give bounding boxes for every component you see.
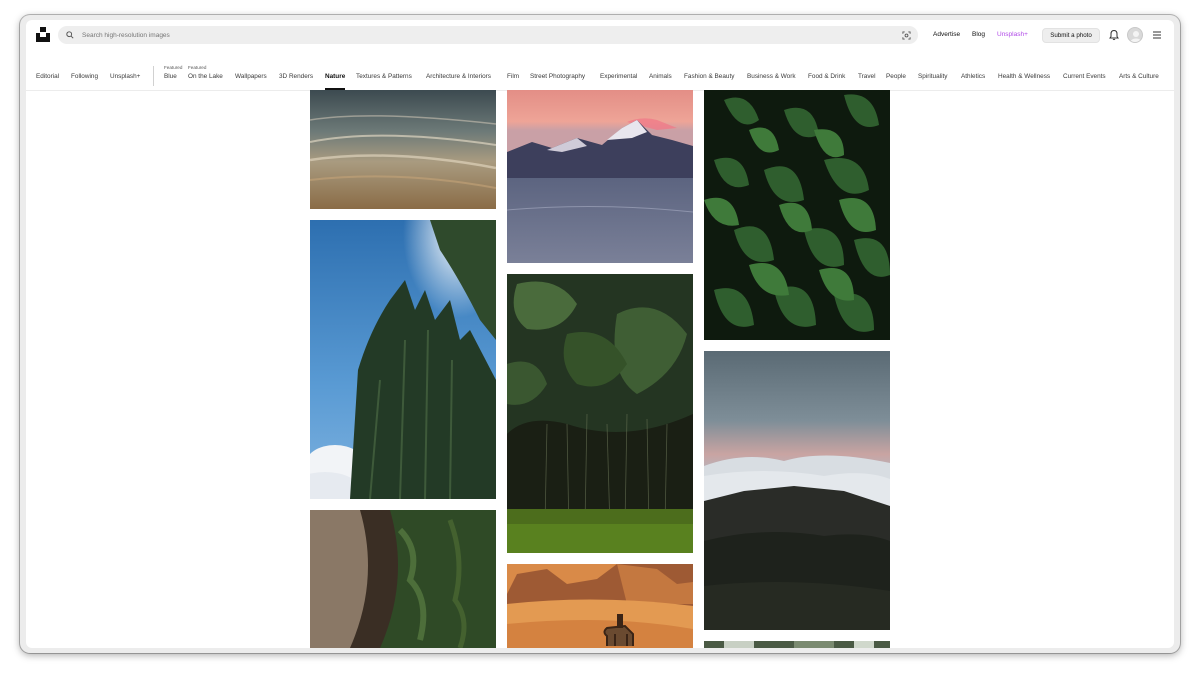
blog-link[interactable]: Blog [972, 31, 985, 38]
tab-travel[interactable]: Travel [858, 73, 876, 80]
tab-people[interactable]: People [886, 73, 906, 80]
tab-architecture-interiors[interactable]: Architecture & Interiors [426, 73, 491, 80]
tab-food-drink[interactable]: Food & Drink [808, 73, 845, 80]
green-leaves-photo[interactable] [704, 90, 890, 340]
unsplash-page: Advertise Blog Unsplash+ Submit a photo … [26, 20, 1174, 648]
tab-wallpapers[interactable]: Wallpapers [235, 73, 267, 80]
tab-film[interactable]: Film [507, 73, 519, 80]
tab-street-photography[interactable]: Street Photography [530, 73, 585, 80]
tab-following[interactable]: Following [71, 73, 98, 80]
tab-business-work[interactable]: Business & Work [747, 73, 796, 80]
tab-3d-renders[interactable]: 3D Renders [279, 73, 313, 80]
hamburger-menu-icon[interactable] [1152, 30, 1162, 40]
pink-mountain-lake-photo[interactable] [507, 90, 693, 263]
search-input[interactable] [82, 26, 894, 44]
desert-camel-photo[interactable] [507, 564, 693, 648]
unsplash-logo-icon[interactable] [36, 27, 50, 42]
tab-blue[interactable]: Featured Blue [164, 65, 182, 80]
tab-spirituality[interactable]: Spirituality [918, 73, 947, 80]
advertise-link[interactable]: Advertise [933, 31, 960, 38]
cactus-sky-photo[interactable] [310, 220, 496, 499]
tab-health-wellness[interactable]: Health & Wellness [998, 73, 1050, 80]
misty-hills-photo[interactable] [704, 351, 890, 630]
featured-tag: Featured [188, 65, 207, 70]
tab-nature[interactable]: Nature [325, 73, 345, 80]
browser-window: Advertise Blog Unsplash+ Submit a photo … [20, 15, 1180, 653]
tab-label: On the Lake [188, 73, 223, 80]
tab-fashion-beauty[interactable]: Fashion & Beauty [684, 73, 734, 80]
search-icon[interactable] [58, 31, 82, 39]
bell-icon[interactable] [1108, 29, 1120, 41]
tab-arts-culture[interactable]: Arts & Culture [1119, 73, 1159, 80]
visual-search-icon[interactable] [894, 30, 918, 40]
tab-experimental[interactable]: Experimental [600, 73, 637, 80]
avatar[interactable] [1127, 27, 1143, 43]
top-navigation: Advertise Blog Unsplash+ Submit a photo [26, 20, 1174, 50]
tab-on-the-lake[interactable]: Featured On the Lake [188, 65, 223, 80]
monstera-jungle-photo[interactable] [507, 274, 693, 553]
tab-textures-patterns[interactable]: Textures & Patterns [356, 73, 412, 80]
tab-editorial[interactable]: Editorial [36, 73, 59, 80]
topic-divider [153, 66, 154, 86]
tab-label: Blue [164, 73, 177, 80]
tab-athletics[interactable]: Athletics [961, 73, 985, 80]
mossy-trunk-photo[interactable] [310, 510, 496, 648]
tab-current-events[interactable]: Current Events [1063, 73, 1106, 80]
unsplash-plus-link[interactable]: Unsplash+ [997, 31, 1028, 38]
featured-tag: Featured [164, 65, 183, 70]
tab-animals[interactable]: Animals [649, 73, 672, 80]
submit-photo-button[interactable]: Submit a photo [1042, 28, 1100, 43]
search-bar[interactable] [58, 26, 918, 44]
beach-waves-photo[interactable] [310, 90, 496, 209]
tab-unsplash-plus[interactable]: Unsplash+ [110, 73, 140, 80]
topic-navigation: Editorial Following Unsplash+ Featured B… [26, 50, 1174, 90]
foliage-partial-photo[interactable] [704, 641, 890, 648]
